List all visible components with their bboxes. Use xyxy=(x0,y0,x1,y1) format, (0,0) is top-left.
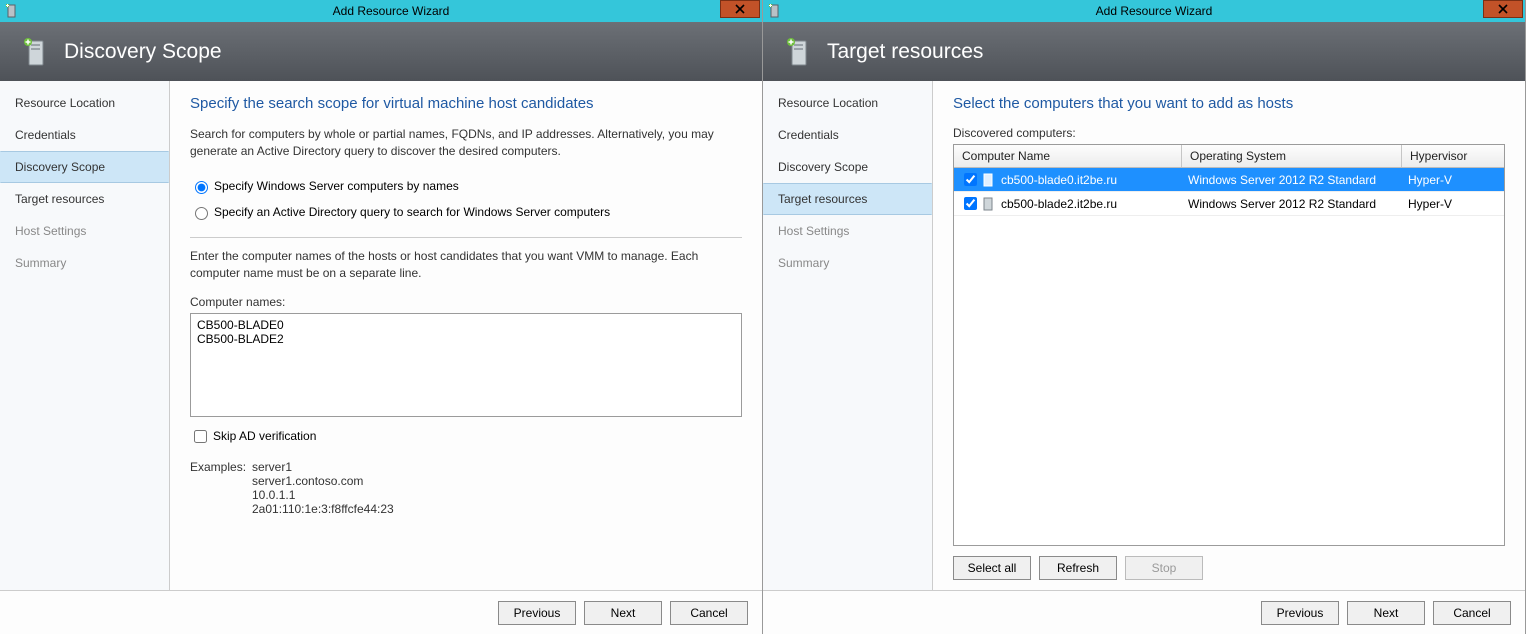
app-icon xyxy=(767,3,783,19)
discovered-label: Discovered computers: xyxy=(953,126,1505,140)
discovered-computers-table: Computer Name Operating System Hyperviso… xyxy=(953,144,1505,546)
page-heading: Select the computers that you want to ad… xyxy=(953,95,1505,112)
previous-button[interactable]: Previous xyxy=(1261,601,1339,625)
stop-button: Stop xyxy=(1125,556,1203,580)
computer-names-label: Computer names: xyxy=(190,295,742,309)
cell-computer-name: cb500-blade2.it2be.ru xyxy=(1001,197,1117,211)
radio-input[interactable] xyxy=(195,207,208,220)
cell-os: Windows Server 2012 R2 Standard xyxy=(1188,197,1376,211)
next-button[interactable]: Next xyxy=(584,601,662,625)
server-add-icon xyxy=(785,37,811,67)
radio-ad-query[interactable]: Specify an Active Directory query to sea… xyxy=(190,204,742,220)
previous-button[interactable]: Previous xyxy=(498,601,576,625)
refresh-button[interactable]: Refresh xyxy=(1039,556,1117,580)
cell-hypervisor: Hyper-V xyxy=(1408,173,1452,187)
wizard-steps-sidebar: Resource LocationCredentialsDiscovery Sc… xyxy=(0,81,170,590)
wizard-step[interactable]: Credentials xyxy=(0,119,169,151)
next-button[interactable]: Next xyxy=(1347,601,1425,625)
wizard-steps-sidebar: Resource LocationCredentialsDiscovery Sc… xyxy=(763,81,933,590)
server-add-icon xyxy=(22,37,48,67)
wizard-step[interactable]: Target resources xyxy=(763,183,932,215)
wizard-step: Summary xyxy=(0,247,169,279)
cell-os: Windows Server 2012 R2 Standard xyxy=(1188,173,1376,187)
skip-ad-checkbox[interactable]: Skip AD verification xyxy=(190,427,742,446)
wizard-header: Discovery Scope xyxy=(0,22,762,81)
cell-computer-name: cb500-blade0.it2be.ru xyxy=(1001,173,1117,187)
server-icon xyxy=(981,173,995,187)
checkbox-label: Skip AD verification xyxy=(213,429,316,443)
table-body: cb500-blade0.it2be.ru Windows Server 2012… xyxy=(954,168,1504,545)
wizard-step: Host Settings xyxy=(763,215,932,247)
radio-specify-names[interactable]: Specify Windows Server computers by name… xyxy=(190,178,742,194)
table-row[interactable]: cb500-blade2.it2be.ru Windows Server 2012… xyxy=(954,192,1504,216)
wizard-step: Summary xyxy=(763,247,932,279)
instruction-text: Enter the computer names of the hosts or… xyxy=(190,248,742,283)
page-description: Search for computers by whole or partial… xyxy=(190,126,742,161)
col-header-name[interactable]: Computer Name xyxy=(954,145,1182,167)
wizard-step[interactable]: Credentials xyxy=(763,119,932,151)
col-header-os[interactable]: Operating System xyxy=(1182,145,1402,167)
divider xyxy=(190,237,742,238)
header-title: Discovery Scope xyxy=(64,40,222,64)
wizard-step[interactable]: Resource Location xyxy=(0,87,169,119)
row-checkbox[interactable] xyxy=(964,173,977,186)
wizard-step[interactable]: Discovery Scope xyxy=(763,151,932,183)
checkbox-input[interactable] xyxy=(194,430,207,443)
table-row[interactable]: cb500-blade0.it2be.ru Windows Server 2012… xyxy=(954,168,1504,192)
wizard-window-discovery-scope: Add Resource Wizard Discovery Scope Reso… xyxy=(0,0,763,634)
wizard-step: Host Settings xyxy=(0,215,169,247)
window-title: Add Resource Wizard xyxy=(783,4,1525,18)
page-heading: Specify the search scope for virtual mac… xyxy=(190,95,742,112)
wizard-header: Target resources xyxy=(763,22,1525,81)
main-panel: Select the computers that you want to ad… xyxy=(933,81,1525,590)
close-button[interactable] xyxy=(1483,0,1523,18)
table-header: Computer Name Operating System Hyperviso… xyxy=(954,145,1504,168)
cancel-button[interactable]: Cancel xyxy=(1433,601,1511,625)
wizard-step[interactable]: Target resources xyxy=(0,183,169,215)
main-panel: Specify the search scope for virtual mac… xyxy=(170,81,762,590)
cell-hypervisor: Hyper-V xyxy=(1408,197,1452,211)
window-title: Add Resource Wizard xyxy=(20,4,762,18)
wizard-step[interactable]: Discovery Scope xyxy=(0,151,169,183)
header-title: Target resources xyxy=(827,40,983,64)
radio-label: Specify an Active Directory query to sea… xyxy=(214,205,610,219)
row-checkbox[interactable] xyxy=(964,197,977,210)
app-icon xyxy=(4,3,20,19)
examples-list: server1 server1.contoso.com 10.0.1.1 2a0… xyxy=(252,460,394,516)
col-header-hypervisor[interactable]: Hypervisor xyxy=(1402,145,1504,167)
close-button[interactable] xyxy=(720,0,760,18)
computer-names-input[interactable] xyxy=(190,313,742,417)
titlebar[interactable]: Add Resource Wizard xyxy=(0,0,762,22)
examples-label: Examples: xyxy=(190,460,252,516)
radio-label: Specify Windows Server computers by name… xyxy=(214,179,459,193)
select-all-button[interactable]: Select all xyxy=(953,556,1031,580)
radio-input[interactable] xyxy=(195,181,208,194)
titlebar[interactable]: Add Resource Wizard xyxy=(763,0,1525,22)
wizard-step[interactable]: Resource Location xyxy=(763,87,932,119)
server-icon xyxy=(981,197,995,211)
cancel-button[interactable]: Cancel xyxy=(670,601,748,625)
wizard-footer: Previous Next Cancel xyxy=(763,590,1525,634)
wizard-footer: Previous Next Cancel xyxy=(0,590,762,634)
wizard-window-target-resources: Add Resource Wizard Target resources Res… xyxy=(763,0,1526,634)
